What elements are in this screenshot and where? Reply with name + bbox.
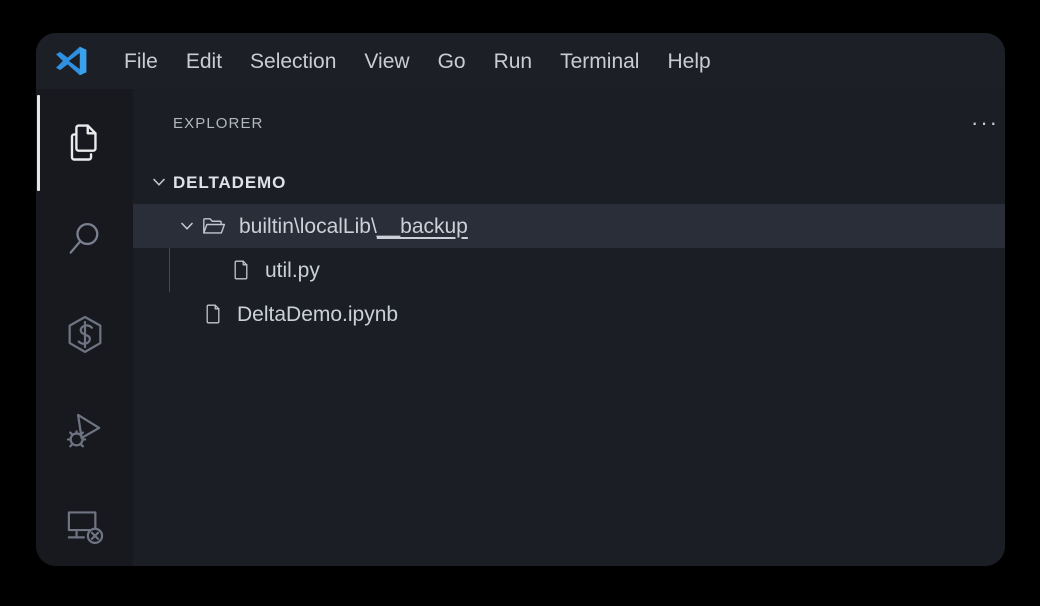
chevron-down-icon[interactable] xyxy=(173,216,201,236)
tree-row-file-deltademo-ipynb[interactable]: DeltaDemo.ipynb xyxy=(133,292,1005,336)
more-actions-icon[interactable]: ··· xyxy=(965,112,1005,134)
activity-item-remote-explorer[interactable] xyxy=(36,479,133,566)
folder-name-prefix: builtin xyxy=(239,214,294,238)
file-icon xyxy=(229,258,255,282)
tree-item-label-util-py: util.py xyxy=(265,258,320,282)
folder-name-middle: localLib xyxy=(299,214,371,238)
activity-item-source-control[interactable] xyxy=(36,287,133,383)
indent-guide xyxy=(169,248,170,292)
menu-item-go[interactable]: Go xyxy=(424,45,480,78)
explorer-tree: DELTADEMO builtin\localLib\__backup util… xyxy=(133,157,1005,566)
vscode-window: File Edit Selection View Go Run Terminal… xyxy=(36,33,1005,566)
run-and-debug-icon xyxy=(66,413,100,448)
menu-item-file[interactable]: File xyxy=(110,45,172,78)
menu-item-view[interactable]: View xyxy=(350,45,423,78)
menu-item-edit[interactable]: Edit xyxy=(172,45,236,78)
file-icon xyxy=(201,302,227,326)
remote-explorer-icon xyxy=(67,511,103,545)
title-bar: File Edit Selection View Go Run Terminal… xyxy=(36,33,1005,89)
tree-root-label: DELTADEMO xyxy=(173,172,287,192)
activity-item-explorer[interactable] xyxy=(36,95,133,191)
menu-item-terminal[interactable]: Terminal xyxy=(546,45,653,78)
explorer-sidebar: EXPLORER ··· DELTADEMO builtin\localLib\… xyxy=(133,89,1005,566)
vscode-logo-icon xyxy=(56,46,87,76)
activity-item-run-and-debug[interactable] xyxy=(36,383,133,479)
activity-item-search[interactable] xyxy=(36,191,133,287)
menu-item-selection[interactable]: Selection xyxy=(236,45,350,78)
folder-open-icon xyxy=(201,213,227,239)
folder-name-tail: __backup xyxy=(376,214,468,238)
source-control-icon xyxy=(68,315,101,353)
menu-item-run[interactable]: Run xyxy=(480,45,547,78)
files-icon xyxy=(70,124,97,161)
window-body: EXPLORER ··· DELTADEMO builtin\localLib\… xyxy=(36,89,1005,566)
tree-row-folder-backup[interactable]: builtin\localLib\__backup xyxy=(133,204,1005,248)
tree-row-file-util-py[interactable]: util.py xyxy=(133,248,1005,292)
menu-bar: File Edit Selection View Go Run Terminal… xyxy=(110,45,725,78)
tree-item-label-folder: builtin\localLib\__backup xyxy=(239,216,468,237)
chevron-down-icon[interactable] xyxy=(145,172,173,192)
tree-item-label-deltademo-ipynb: DeltaDemo.ipynb xyxy=(237,302,399,326)
sidebar-title: EXPLORER xyxy=(173,114,264,132)
search-icon xyxy=(69,223,98,254)
active-indicator xyxy=(37,95,40,191)
tree-row-root[interactable]: DELTADEMO xyxy=(133,160,1005,204)
menu-item-help[interactable]: Help xyxy=(653,45,724,78)
sidebar-header: EXPLORER ··· xyxy=(133,89,1005,157)
activity-bar xyxy=(36,89,133,566)
